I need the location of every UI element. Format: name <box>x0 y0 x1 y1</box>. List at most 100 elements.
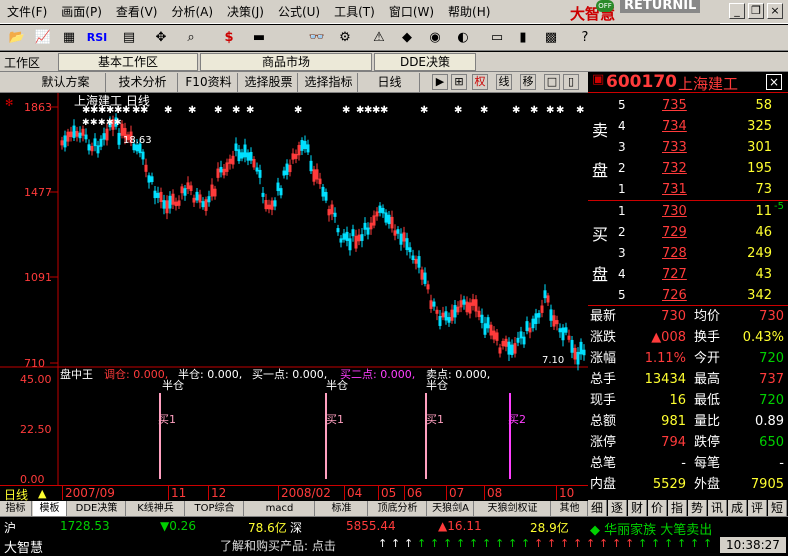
select-indicator-button[interactable]: 选择指标 <box>300 73 358 92</box>
grid-icon[interactable]: ▦ <box>58 28 80 48</box>
candle-body <box>342 233 346 240</box>
quote-tab[interactable]: 指 <box>668 500 687 516</box>
indicator-tab[interactable]: 其他 <box>552 501 588 516</box>
quote-tab[interactable]: 价 <box>648 500 667 516</box>
menu-view[interactable]: 查看(V) <box>109 0 165 24</box>
f10-button[interactable]: F10资料 <box>180 73 238 92</box>
sell-price[interactable]: 732 <box>662 158 687 179</box>
candle-body <box>339 238 343 243</box>
indicator-tab[interactable]: 指标 <box>0 501 32 516</box>
indicator-tab[interactable]: 天狼剑A <box>428 501 474 516</box>
menu-file[interactable]: 文件(F) <box>0 0 54 24</box>
sell-price[interactable]: 731 <box>662 179 687 200</box>
tab-dde-decision[interactable]: DDE决策 <box>374 53 476 71</box>
candle-body <box>438 316 442 326</box>
product-link[interactable]: 了解和购买产品: 点击 <box>220 537 336 554</box>
quote-label: 外盘 <box>694 477 721 492</box>
list-icon[interactable]: ▤ <box>118 28 140 48</box>
move-button[interactable]: 移 <box>520 74 536 90</box>
default-scheme-button[interactable]: 默认方案 <box>26 73 106 92</box>
open-icon[interactable]: 📂 <box>6 28 28 48</box>
binoculars-icon[interactable]: 👓 <box>306 28 328 48</box>
sell-price[interactable]: 734 <box>662 116 687 137</box>
menu-analysis[interactable]: 分析(A) <box>164 0 220 24</box>
minimize-button[interactable]: _ <box>729 3 745 19</box>
period-daily-button[interactable]: 日线 <box>360 73 420 92</box>
menu-formula[interactable]: 公式(U) <box>271 0 327 24</box>
move-icon[interactable]: ✥ <box>150 28 172 48</box>
buy-price[interactable]: 730 <box>662 201 687 222</box>
square-icon[interactable]: □ <box>544 74 560 90</box>
quote-tab[interactable]: 成 <box>728 500 747 516</box>
play-icon[interactable]: ▶ <box>432 74 448 90</box>
kline-chart[interactable]: 18631477109171045.0022.500.00 ✱ ✱ ✱ ✱ ✱ ✱ ✱ ✱ ✱ ✱… <box>0 93 588 485</box>
chart-corner-icon: ✻ <box>5 98 13 109</box>
indicator-tab[interactable]: 标准 <box>316 501 368 516</box>
crosshair-icon[interactable]: ⊞ <box>451 74 467 90</box>
quote-label: 涨跌 <box>590 330 617 345</box>
settings-icon[interactable]: ⚙ <box>334 28 356 48</box>
close-button[interactable]: × <box>767 3 783 19</box>
quote-tab[interactable]: 讯 <box>708 500 727 516</box>
table-icon[interactable]: ▩ <box>540 28 562 48</box>
quote-tab[interactable]: 评 <box>748 500 767 516</box>
panel-icon[interactable]: ▯ <box>563 74 579 90</box>
alert-icon[interactable]: ⚠ <box>368 28 390 48</box>
candle-body <box>99 138 103 147</box>
chart-icon[interactable]: 📈 <box>32 28 54 48</box>
quote-tab[interactable]: 逐 <box>608 500 627 516</box>
quote-label: 内盘 <box>590 477 617 492</box>
window-icon[interactable]: ▭ <box>486 28 508 48</box>
indicator-tab[interactable]: 天狼剑权证 <box>475 501 551 516</box>
candle-body <box>525 321 529 332</box>
circle-icon[interactable]: ◉ <box>424 28 446 48</box>
sell-price[interactable]: 733 <box>662 137 687 158</box>
rsi-icon[interactable]: RSI <box>86 28 108 48</box>
tab-commodity-market[interactable]: 商品市场 <box>200 53 372 71</box>
dollar-icon[interactable]: $ <box>218 28 240 48</box>
menu-decision[interactable]: 决策(J) <box>220 0 271 24</box>
zoom-icon[interactable]: ⌕ <box>180 28 202 48</box>
select-stock-button[interactable]: 选择股票 <box>240 73 298 92</box>
quote-tab[interactable]: 短 <box>768 500 787 516</box>
buy-price[interactable]: 727 <box>662 264 687 285</box>
buy-price[interactable]: 726 <box>662 285 687 306</box>
quote-label: 总手 <box>590 372 617 387</box>
buy-price[interactable]: 728 <box>662 243 687 264</box>
technical-analysis-button[interactable]: 技术分析 <box>108 73 178 92</box>
panel-close-button[interactable]: × <box>766 74 782 90</box>
quote-label: 涨幅 <box>590 351 617 366</box>
restore-button[interactable]: ❐ <box>748 3 764 19</box>
indicator-tab[interactable]: K线神兵 <box>127 501 185 516</box>
breadth-arrow-icon: ↑ <box>547 537 557 550</box>
help-icon[interactable]: ? <box>574 28 596 48</box>
sell-price[interactable]: 735 <box>662 95 687 116</box>
candle-body <box>432 301 436 307</box>
indicator-tab[interactable]: 顶底分析 <box>369 501 427 516</box>
breadth-arrow-icon: ↑ <box>508 537 518 550</box>
quote-tab[interactable]: 势 <box>688 500 707 516</box>
indicator-tab[interactable]: DDE决策 <box>68 501 126 516</box>
candle-body <box>246 152 250 161</box>
diamond-icon[interactable]: ◆ <box>396 28 418 48</box>
rights-button[interactable]: 权 <box>472 74 488 90</box>
tab-basic-workspace[interactable]: 基本工作区 <box>58 53 198 71</box>
buy-price[interactable]: 729 <box>662 222 687 243</box>
price-tick-label: 710 <box>24 357 45 370</box>
quote-tab[interactable]: 细 <box>588 500 607 516</box>
menu-tools[interactable]: 工具(T) <box>327 0 382 24</box>
quote-tab[interactable]: 财 <box>628 500 647 516</box>
news-ticker[interactable]: ◆ 华丽家族 大笔卖出 <box>590 519 712 538</box>
menu-window[interactable]: 窗口(W) <box>382 0 441 24</box>
candle-body <box>579 341 583 355</box>
candle-body <box>561 327 565 341</box>
indicator-tab[interactable]: TOP综合 <box>186 501 244 516</box>
indicator-tab[interactable]: macd <box>245 501 315 516</box>
indicator-tab[interactable]: 模板 <box>33 501 67 516</box>
half-circle-icon[interactable]: ◐ <box>452 28 474 48</box>
column-icon[interactable]: ▮ <box>512 28 534 48</box>
bar-icon[interactable]: ▬ <box>248 28 270 48</box>
line-button[interactable]: 线 <box>496 74 512 90</box>
menu-screen[interactable]: 画面(P) <box>54 0 109 24</box>
menu-help[interactable]: 帮助(H) <box>441 0 497 24</box>
